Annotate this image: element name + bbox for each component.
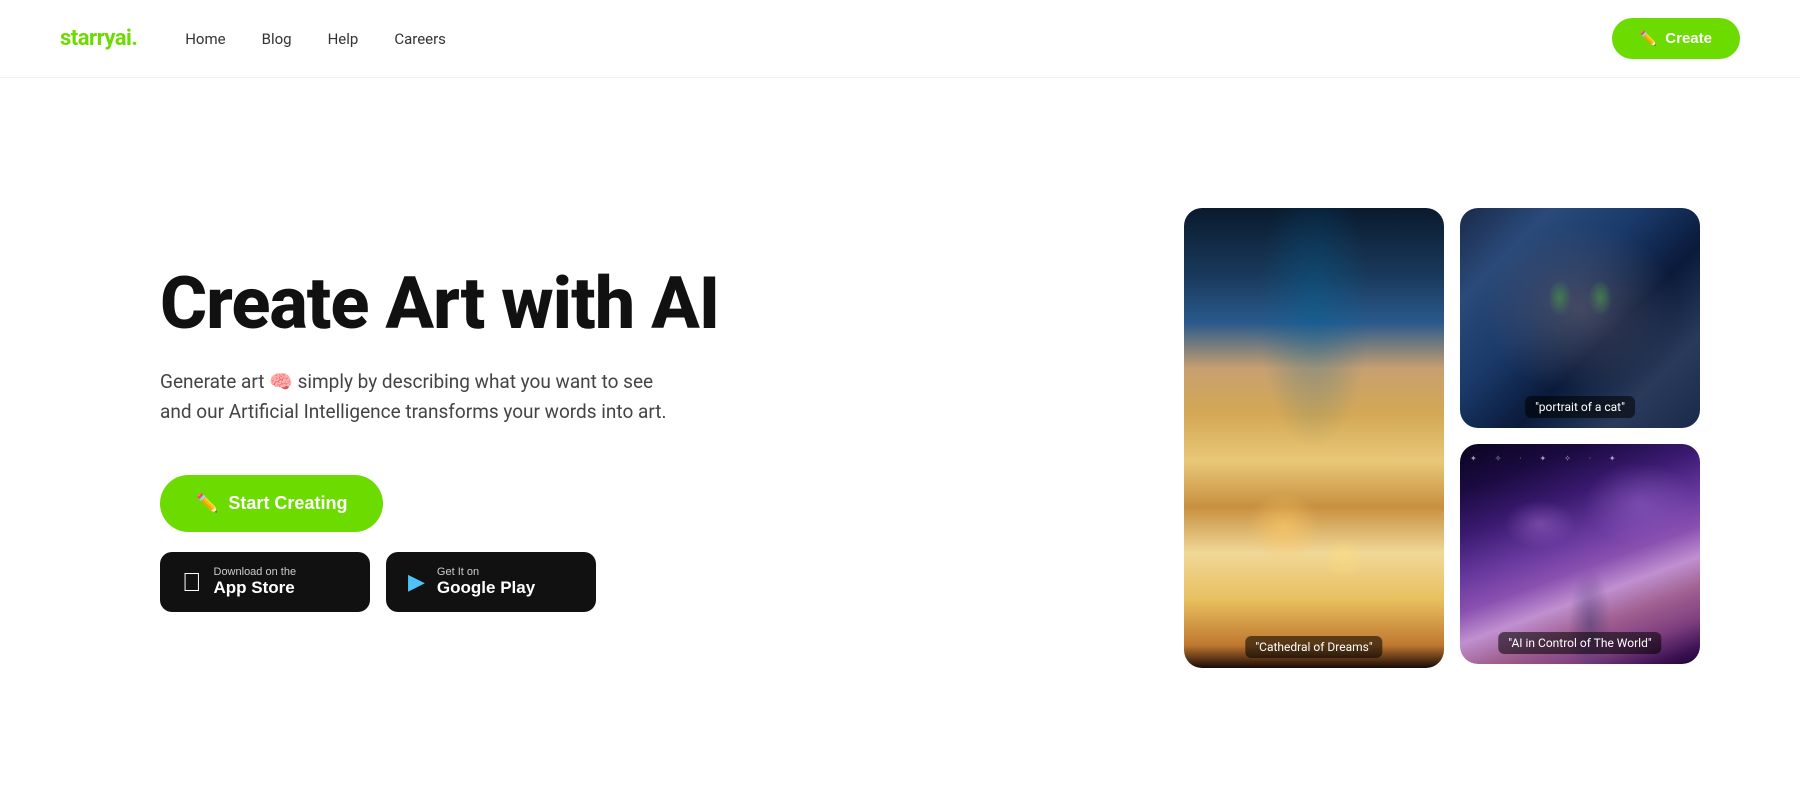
nav-link-home[interactable]: Home	[185, 30, 225, 48]
nav-item-blog[interactable]: Blog	[262, 29, 292, 48]
app-store-name: App Store	[214, 578, 297, 598]
gallery-image-cathedral: "Cathedral of Dreams"	[1184, 208, 1444, 668]
nav-link-help[interactable]: Help	[328, 30, 359, 48]
apple-icon: 	[182, 569, 202, 595]
start-creating-button[interactable]: ✏️ Start Creating	[160, 475, 383, 532]
google-play-button[interactable]: ▶ Get It on Google Play	[386, 552, 596, 612]
hero-gallery: "Cathedral of Dreams" "portrait of a cat…	[1184, 208, 1740, 668]
google-play-text: Get It on Google Play	[437, 566, 535, 598]
google-play-name: Google Play	[437, 578, 535, 598]
nav-item-careers[interactable]: Careers	[394, 29, 446, 48]
logo[interactable]: starryai.	[60, 26, 137, 51]
store-buttons:  Download on the App Store ▶ Get It on …	[160, 552, 596, 612]
hero-left: Create Art with AI Generate art 🧠 simply…	[160, 264, 719, 613]
cta-group: ✏️ Start Creating  Download on the App …	[160, 475, 719, 612]
nav-link-blog[interactable]: Blog	[262, 30, 292, 48]
google-play-sub: Get It on	[437, 566, 535, 578]
create-button-label: Create	[1665, 30, 1712, 47]
hero-section: Create Art with AI Generate art 🧠 simply…	[0, 78, 1800, 798]
cat-caption: "portrait of a cat"	[1525, 396, 1635, 418]
nav-links: Home Blog Help Careers	[185, 29, 446, 48]
gallery-image-cat: "portrait of a cat"	[1460, 208, 1700, 428]
start-creating-label: Start Creating	[228, 493, 347, 514]
subtitle-part1: Generate art	[160, 370, 264, 393]
nav-item-help[interactable]: Help	[328, 29, 359, 48]
logo-dot: .	[131, 26, 137, 51]
start-pencil-icon: ✏️	[196, 493, 218, 514]
google-play-icon: ▶	[408, 571, 425, 593]
pencil-icon: ✏️	[1640, 30, 1657, 47]
gallery-col-right: "portrait of a cat" "AI in Control of Th…	[1460, 208, 1700, 664]
cathedral-caption: "Cathedral of Dreams"	[1245, 636, 1382, 658]
app-store-button[interactable]:  Download on the App Store	[160, 552, 370, 612]
logo-text: starryai	[60, 26, 131, 51]
gallery-col-left: "Cathedral of Dreams"	[1184, 208, 1444, 668]
nav-left: starryai. Home Blog Help Careers	[60, 26, 446, 51]
hero-title: Create Art with AI	[160, 264, 719, 343]
brain-emoji: 🧠	[269, 370, 293, 393]
app-store-text: Download on the App Store	[214, 566, 297, 598]
navbar: starryai. Home Blog Help Careers ✏️ Crea…	[0, 0, 1800, 78]
nav-item-home[interactable]: Home	[185, 29, 225, 48]
gallery-image-space: "AI in Control of The World"	[1460, 444, 1700, 664]
hero-subtitle: Generate art 🧠 simply by describing what…	[160, 367, 680, 428]
create-button[interactable]: ✏️ Create	[1612, 18, 1740, 59]
nav-link-careers[interactable]: Careers	[394, 30, 446, 48]
space-caption: "AI in Control of The World"	[1498, 632, 1661, 654]
app-store-sub: Download on the	[214, 566, 297, 578]
